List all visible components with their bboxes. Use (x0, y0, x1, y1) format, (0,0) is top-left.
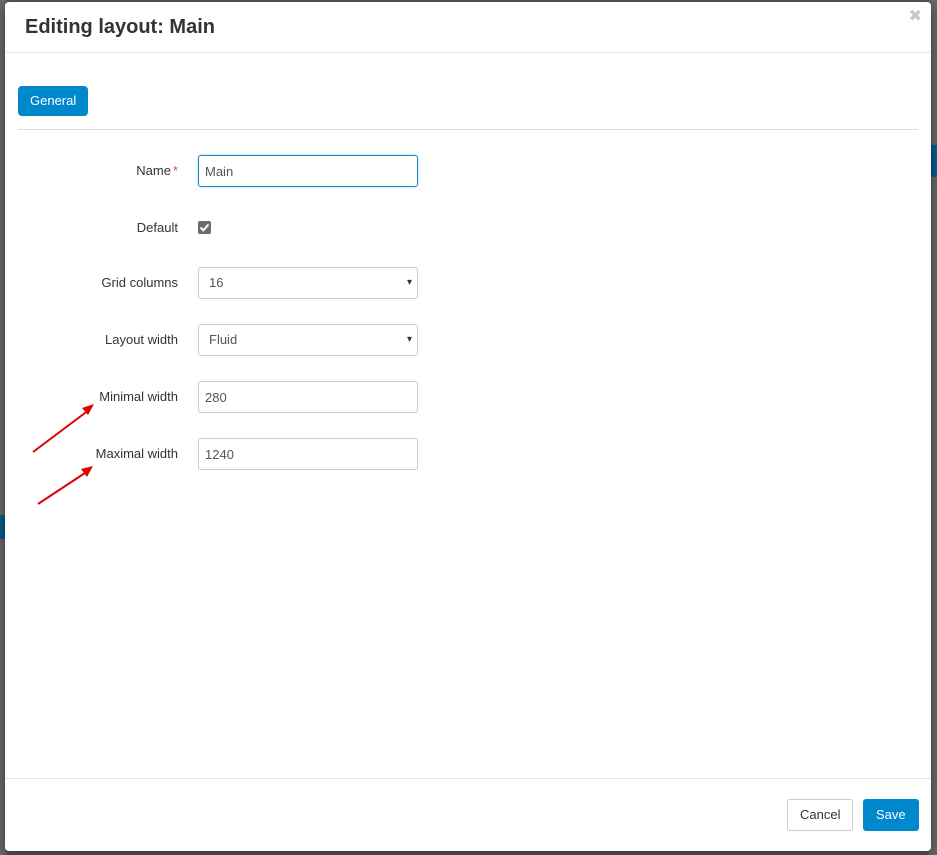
form-row-grid-columns: Grid columns 16 ▾ (5, 267, 931, 299)
chevron-down-icon: ▾ (406, 334, 412, 345)
layout-width-select[interactable]: Fluid ▾ (198, 324, 418, 356)
minimal-width-label: Minimal width (99, 389, 178, 404)
close-icon[interactable]: ✖ (909, 9, 922, 25)
tab-bar: General (18, 86, 918, 130)
layout-width-label: Layout width (105, 332, 178, 347)
name-input[interactable] (198, 155, 418, 187)
grid-columns-label: Grid columns (101, 275, 178, 290)
required-marker: * (172, 163, 178, 178)
modal-footer: Cancel Save (5, 778, 931, 851)
checkmark-icon (199, 223, 210, 232)
modal-title: Editing layout: Main (25, 16, 215, 38)
form-row-maximal-width: Maximal width (5, 438, 931, 470)
grid-columns-select[interactable]: 16 ▾ (198, 267, 418, 299)
edit-layout-modal: Editing layout: Main ✖ General Name* Def… (5, 2, 931, 851)
name-label: Name * (136, 163, 178, 178)
tab-general[interactable]: General (18, 86, 89, 116)
form-row-minimal-width: Minimal width (5, 381, 931, 413)
default-label: Default (136, 220, 178, 235)
cancel-button[interactable]: Cancel (787, 799, 854, 831)
minimal-width-input[interactable] (198, 381, 418, 413)
form-row-name: Name * (5, 155, 931, 187)
form-row-default: Default (5, 212, 931, 244)
save-button[interactable]: Save (863, 799, 919, 831)
modal-header: Editing layout: Main ✖ (5, 2, 931, 53)
layout-width-value: Fluid (209, 332, 238, 347)
default-checkbox[interactable] (198, 221, 211, 234)
maximal-width-input[interactable] (198, 438, 418, 470)
chevron-down-icon: ▾ (406, 277, 412, 288)
grid-columns-value: 16 (209, 275, 224, 290)
annotation-arrow-maximal-width (37, 466, 93, 505)
form-row-layout-width: Layout width Fluid ▾ (5, 324, 931, 356)
maximal-width-label: Maximal width (95, 446, 178, 461)
